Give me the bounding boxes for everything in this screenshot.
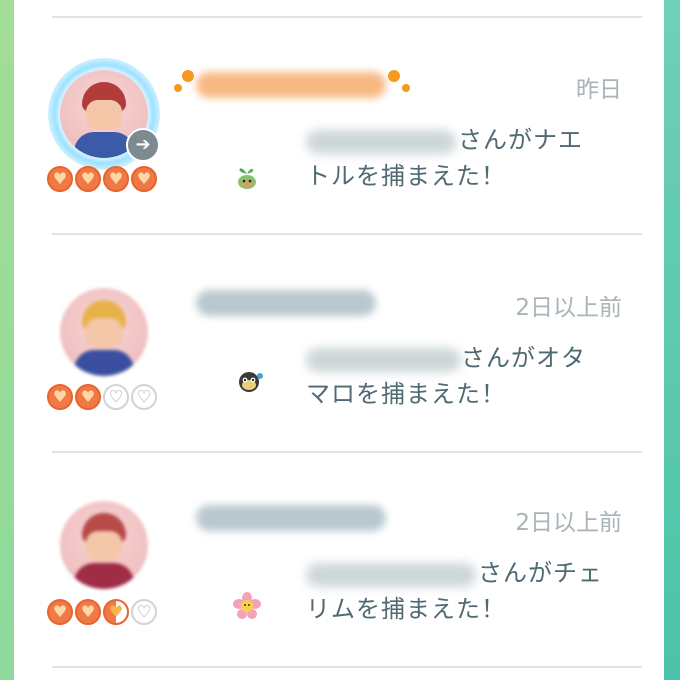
heart-icon: ♥ (131, 166, 157, 192)
friend-activity-feed: ➔ ♥ ♥ ♥ ♥ 昨日 さんがナエ トルを捕まえた！ ♥ ♥ ♥ ♥ 2日以上… (14, 0, 664, 680)
heart-icon: ♥ (47, 166, 73, 192)
heart-icon: ♥ (75, 166, 101, 192)
ornament-dot-icon (388, 70, 400, 82)
divider (52, 233, 642, 235)
ornament-dot-icon (182, 70, 194, 82)
avatar-face (86, 100, 122, 130)
activity-message: さんがナエ トルを捕まえた！ (306, 122, 606, 194)
heart-empty-icon: ♥ (131, 384, 157, 410)
activity-time: 2日以上前 (515, 510, 622, 536)
heart-half-icon: ♥ (103, 599, 129, 625)
background-edge-right (664, 0, 680, 680)
tympole-icon (239, 372, 263, 392)
feed-entry[interactable]: ➔ ♥ ♥ ♥ ♥ 昨日 さんがナエ トルを捕まえた！ (14, 18, 664, 218)
heart-icon: ♥ (47, 599, 73, 625)
heart-empty-icon: ♥ (103, 384, 129, 410)
feed-entry[interactable]: ♥ ♥ ♥ ♥ 2日以上前 さんがチェ リムを捕まえた！ (14, 453, 664, 653)
avatar[interactable] (54, 495, 154, 595)
avatar-body (74, 350, 134, 376)
cherrim-icon (233, 592, 261, 619)
trainer-name-redacted[interactable] (196, 72, 386, 98)
avatar-face (86, 318, 122, 348)
trainer-name-redacted[interactable] (196, 290, 376, 316)
heart-icon: ♥ (75, 599, 101, 625)
avatar[interactable] (54, 282, 154, 382)
ornament-dot-icon (174, 84, 182, 92)
ornament-dot-icon (402, 84, 410, 92)
feed-entry[interactable]: ♥ ♥ ♥ ♥ 2日以上前 さんがオタ マロを捕まえた！ (14, 236, 664, 436)
avatar-face (86, 531, 122, 561)
message-line-2: トルを捕まえた！ (306, 162, 506, 190)
heart-empty-icon: ♥ (131, 599, 157, 625)
heart-icon: ♥ (47, 384, 73, 410)
background-edge-left (0, 0, 14, 680)
message-line-2: マロを捕まえた！ (306, 380, 506, 408)
trainer-name-redacted[interactable] (196, 505, 386, 531)
avatar-body (74, 563, 134, 589)
heart-icon: ♥ (75, 384, 101, 410)
message-line-1: さんがナエ (458, 126, 583, 154)
trainer-avatar-image (60, 501, 148, 589)
message-line-1: さんがチェ (478, 559, 603, 587)
heart-icon: ♥ (103, 166, 129, 192)
turtwig-icon (238, 168, 256, 189)
friendship-level: ♥ ♥ ♥ ♥ (47, 599, 157, 625)
activity-time: 昨日 (576, 77, 622, 103)
trainer-avatar-image (60, 288, 148, 376)
message-line-2: リムを捕まえた！ (306, 595, 506, 623)
avatar-body (74, 132, 134, 158)
activity-message: さんがチェ リムを捕まえた！ (306, 555, 606, 627)
friendship-level: ♥ ♥ ♥ ♥ (47, 384, 157, 410)
friendship-level: ♥ ♥ ♥ ♥ (47, 166, 157, 192)
divider (52, 666, 642, 668)
activity-time: 2日以上前 (515, 295, 622, 321)
arrow-right-icon[interactable]: ➔ (126, 128, 160, 162)
message-line-1: さんがオタ (461, 344, 586, 372)
activity-message: さんがオタ マロを捕まえた！ (306, 340, 606, 412)
